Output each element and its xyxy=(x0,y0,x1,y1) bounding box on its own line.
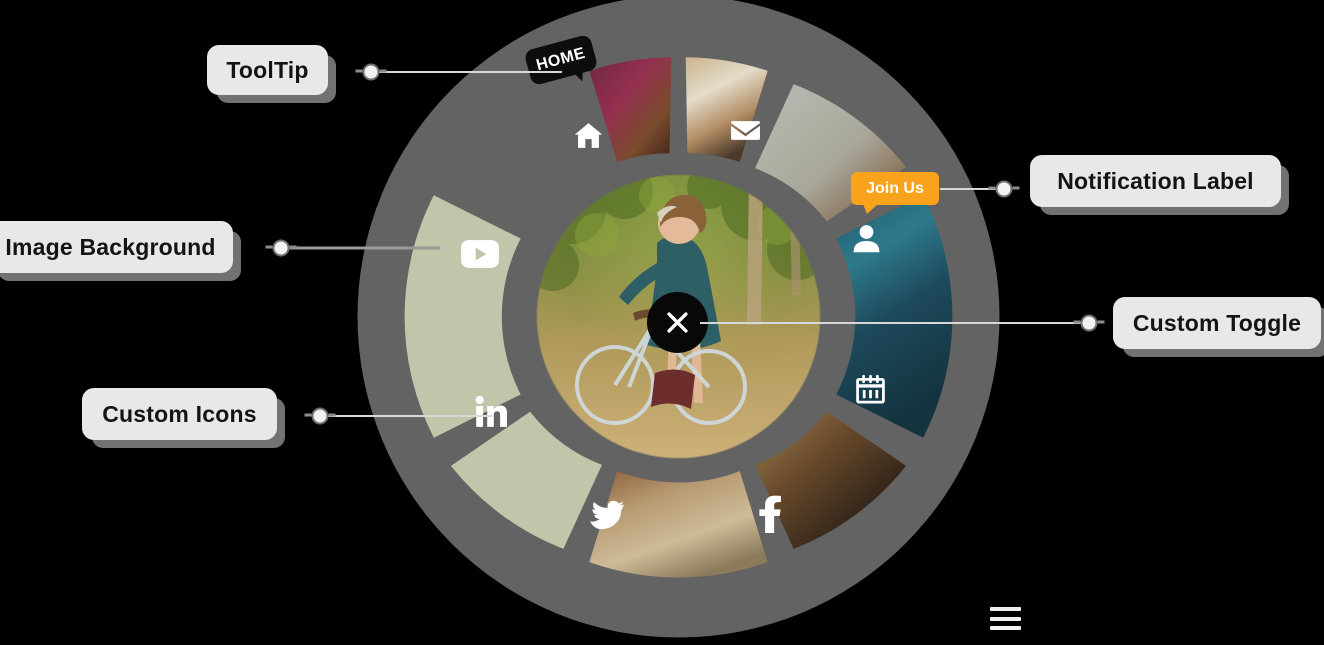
connector-line xyxy=(320,415,492,417)
user-icon[interactable] xyxy=(850,222,883,255)
callout-notification-label-label: Notification Label xyxy=(1057,167,1254,194)
connector-dot[interactable] xyxy=(355,63,387,81)
connector-dot[interactable] xyxy=(304,407,336,425)
callout-custom-icons[interactable]: Custom Icons xyxy=(82,388,277,440)
calendar-icon[interactable] xyxy=(854,373,887,406)
connector-dot[interactable] xyxy=(265,239,297,257)
notification-join-us-label: Join Us xyxy=(866,179,924,197)
hamburger-bar xyxy=(990,626,1021,630)
hamburger-menu-icon[interactable] xyxy=(990,607,1021,630)
connector-custom-toggle xyxy=(700,314,1105,332)
hamburger-bar xyxy=(990,607,1021,611)
home-icon[interactable] xyxy=(572,119,605,152)
twitter-icon[interactable] xyxy=(590,500,624,530)
center-toggle-button[interactable] xyxy=(647,292,708,353)
notification-join-us[interactable]: Join Us xyxy=(851,172,939,214)
callout-custom-toggle-label: Custom Toggle xyxy=(1132,309,1302,336)
connector-tooltip xyxy=(355,63,564,81)
connector-line xyxy=(280,246,440,250)
hamburger-bar xyxy=(990,616,1021,621)
callout-image-background-label: Image Background xyxy=(5,233,216,260)
mail-icon[interactable] xyxy=(729,114,762,147)
connector-custom-icons xyxy=(304,407,492,425)
connector-image-background xyxy=(265,239,440,257)
callout-notification-label[interactable]: Notification Label xyxy=(1030,155,1281,207)
connector-dot[interactable] xyxy=(1073,314,1105,332)
connector-dot[interactable] xyxy=(988,180,1020,198)
callout-tooltip[interactable]: ToolTip xyxy=(207,45,328,95)
close-x-icon xyxy=(667,312,688,333)
callout-image-background[interactable]: Image Background xyxy=(0,221,233,273)
connector-line xyxy=(372,71,562,73)
connector-notification-label xyxy=(940,180,1030,198)
connector-line xyxy=(700,322,1090,324)
callout-tooltip-label: ToolTip xyxy=(226,56,309,83)
callout-custom-icons-label: Custom Icons xyxy=(102,400,257,427)
callout-custom-toggle[interactable]: Custom Toggle xyxy=(1113,297,1321,349)
facebook-icon[interactable] xyxy=(755,495,785,533)
youtube-icon[interactable] xyxy=(461,240,499,268)
